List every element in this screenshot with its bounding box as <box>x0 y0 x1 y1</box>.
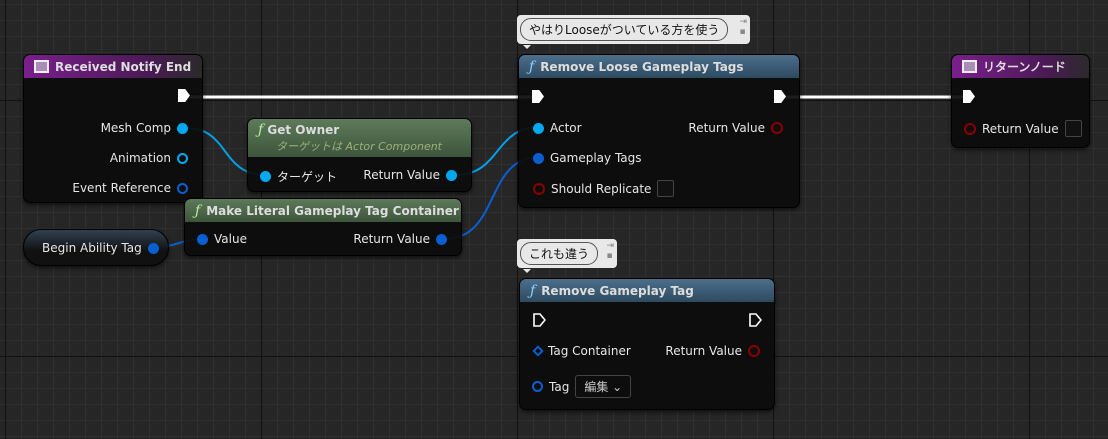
function-icon: ƒ <box>530 282 536 299</box>
dropdown-label: 編集 <box>584 380 609 394</box>
node-title: リターンノード <box>983 60 1066 74</box>
remove-loose-gameplay-tags-node[interactable]: ƒ Remove Loose Gameplay Tags Actor Return… <box>518 54 800 208</box>
pin-label: Return Value <box>688 121 765 135</box>
pin-icon[interactable]: ⇥ ▪ <box>739 17 747 37</box>
return-value-pin[interactable] <box>771 122 783 134</box>
pin-label: ターゲット <box>277 170 338 184</box>
pin-label: Gameplay Tags <box>550 151 642 165</box>
exec-out-pin[interactable] <box>774 90 786 103</box>
pin-label: Value <box>214 232 247 246</box>
function-icon: ƒ <box>258 122 264 138</box>
pin-label: Mesh Comp <box>100 121 171 135</box>
return-value-checkbox[interactable] <box>1064 120 1082 137</box>
exec-in-pin[interactable] <box>533 313 546 327</box>
node-title: Received Notify End <box>55 59 192 74</box>
pin-label: Tag Container <box>548 344 631 358</box>
tag-edit-dropdown[interactable]: 編集 ⌄ <box>575 375 632 398</box>
node-subtitle: ターゲットは Actor Component <box>276 140 442 153</box>
pin-label: Return Value <box>353 232 430 246</box>
actor-pin[interactable] <box>533 122 544 134</box>
mesh-comp-pin[interactable] <box>177 122 188 134</box>
gameplay-tags-pin[interactable] <box>533 152 544 164</box>
node-title: Remove Loose Gameplay Tags <box>540 59 744 74</box>
should-replicate-pin[interactable] <box>533 182 545 195</box>
pin-label: Event Reference <box>72 181 171 195</box>
return-value-pin[interactable] <box>748 345 760 357</box>
variable-label: Begin Ability Tag <box>42 241 142 255</box>
should-replicate-checkbox[interactable] <box>657 180 675 197</box>
animation-pin[interactable] <box>177 152 188 164</box>
event-icon <box>34 60 49 73</box>
received-notify-end-node[interactable]: Received Notify End Mesh Comp Animation … <box>23 54 203 203</box>
value-pin[interactable] <box>197 233 208 245</box>
function-icon: ƒ <box>195 202 201 219</box>
pin-label: Return Value <box>982 121 1059 136</box>
comment-text: これも違う <box>520 242 599 265</box>
variable-pin[interactable] <box>147 242 159 254</box>
pin-label: Actor <box>550 121 582 135</box>
return-value-pin[interactable] <box>436 233 447 245</box>
pin-icon[interactable]: ⇥ ▪ <box>606 241 614 261</box>
comment-text: やはりLooseがついている方を使う <box>520 18 729 41</box>
get-owner-node[interactable]: ƒ Get Owner ターゲットは Actor Component ターゲット … <box>247 118 472 192</box>
make-literal-node[interactable]: ƒ Make Literal Gameplay Tag Container Val… <box>184 198 462 256</box>
tag-container-pin[interactable] <box>532 345 544 357</box>
event-reference-pin[interactable] <box>177 182 188 194</box>
return-node[interactable]: リターンノード Return Value <box>951 54 1090 148</box>
return-icon <box>962 60 977 73</box>
pin-label: Should Replicate <box>551 181 652 196</box>
exec-in-pin[interactable] <box>532 90 544 103</box>
pin-label: Return Value <box>665 344 742 358</box>
node-title: Remove Gameplay Tag <box>541 283 694 298</box>
pin-label: Tag <box>549 379 570 394</box>
comment-bubble-2[interactable]: これも違う ⇥ ▪ <box>517 239 617 273</box>
begin-ability-tag-variable[interactable]: Begin Ability Tag <box>23 229 169 266</box>
node-title: Get Owner <box>267 123 340 137</box>
target-pin[interactable] <box>260 171 271 182</box>
pin-label: Animation <box>109 151 171 165</box>
remove-gameplay-tag-node[interactable]: ƒ Remove Gameplay Tag Tag Container Retur… <box>519 278 775 410</box>
exec-in-pin[interactable] <box>963 90 975 103</box>
pin-label: Return Value <box>363 168 440 182</box>
return-value-pin[interactable] <box>964 122 976 135</box>
exec-out-pin[interactable] <box>749 313 762 327</box>
chevron-down-icon: ⌄ <box>612 380 623 394</box>
return-value-pin[interactable] <box>446 169 457 181</box>
function-icon: ƒ <box>529 58 535 75</box>
exec-out-pin[interactable] <box>178 89 190 102</box>
node-title: Make Literal Gameplay Tag Container <box>206 203 459 218</box>
comment-bubble-1[interactable]: やはりLooseがついている方を使う ⇥ ▪ <box>517 15 750 49</box>
tag-pin[interactable] <box>532 381 543 392</box>
